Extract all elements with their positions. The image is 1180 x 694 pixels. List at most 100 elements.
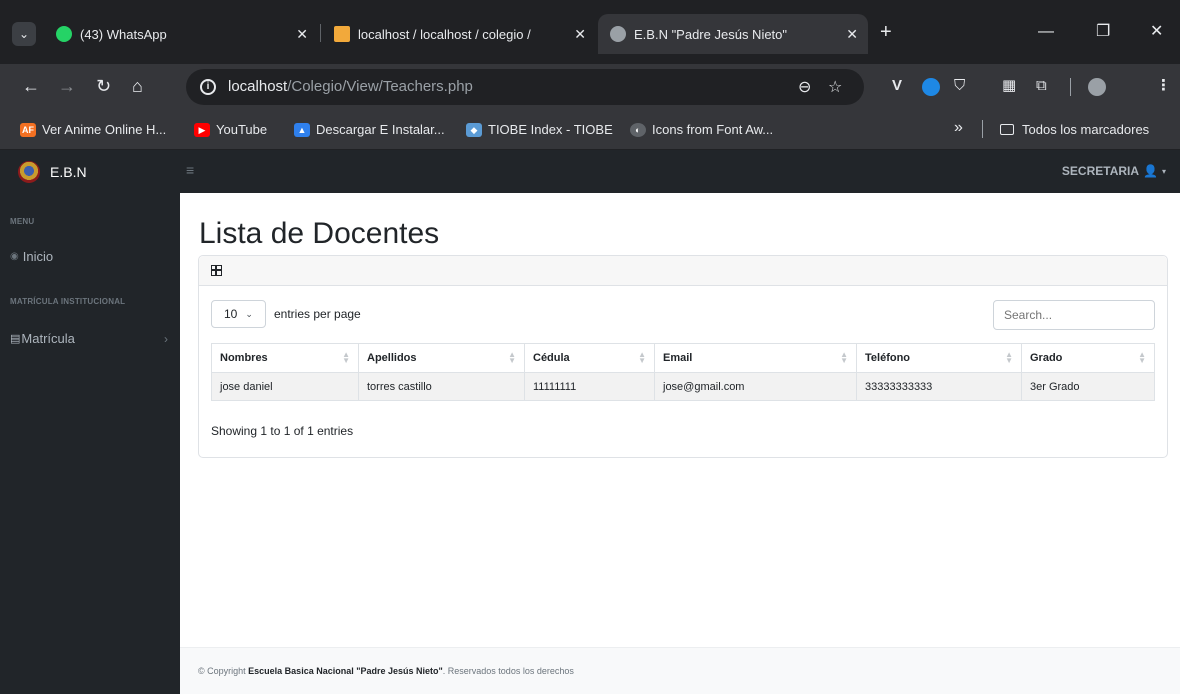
dashboard-icon: ◉ (10, 251, 19, 262)
table-cell: 11111111 (524, 372, 655, 401)
footer-suffix: . Reservados todos los derechos (442, 666, 574, 676)
tab-whatsapp[interactable]: (43) WhatsApp ✕ (56, 14, 310, 54)
column-header-telefono[interactable]: Teléfono ▲ ▼ (856, 343, 1022, 373)
school-logo (18, 160, 40, 183)
table-cell: jose@gmail.com (654, 372, 857, 401)
animeflv-icon: AF (20, 122, 36, 137)
entries-label: entries per page (274, 307, 361, 321)
brand-link[interactable]: E.B.N (0, 150, 180, 193)
entries-per-page: 10 ⌄ entries per page (211, 300, 361, 328)
sort-icon: ▲ ▼ (342, 350, 350, 365)
main-content: Lista de Docentes 10 ⌄ entries per page … (180, 193, 1180, 694)
column-header-nombres[interactable]: Nombres ▲ ▼ (211, 343, 359, 373)
shield-extension-icon[interactable]: ⛉ (954, 76, 965, 96)
bookmark-tiobe[interactable]: ◆ TIOBE Index - TIOBE (466, 122, 613, 137)
table-cell: jose daniel (211, 372, 359, 401)
table-info: Showing 1 to 1 of 1 entries (211, 424, 354, 438)
back-button[interactable]: ← (22, 76, 40, 96)
sidebar-item-matricula[interactable]: ▤ Matrícula › (10, 331, 170, 346)
extensions-puzzle-icon[interactable]: ⧉ (1036, 76, 1047, 96)
tab-phpmyadmin[interactable]: localhost / localhost / colegio / ✕ (334, 14, 588, 54)
all-bookmarks-folder[interactable]: Todos los marcadores (1000, 122, 1149, 137)
bookmarks-divider (982, 120, 983, 138)
sidebar-item-inicio[interactable]: ◉ Inicio (10, 249, 170, 264)
table-header-row: Nombres ▲ ▼ Apellidos ▲ ▼ Cédula ▲ ▼ Email ▲ ▼ T… (211, 343, 1155, 373)
tab-title: E.B.N "Padre Jesús Nieto" (634, 26, 788, 42)
minimize-icon[interactable]: — (1038, 22, 1054, 42)
more-bookmarks-button[interactable]: » (954, 119, 963, 137)
footer-school-name: Escuela Basica Nacional "Padre Jesús Nie… (248, 666, 443, 676)
footer-prefix: © Copyright (198, 666, 249, 676)
table-row: jose daniel torres castillo 11111111 jos… (211, 372, 1155, 401)
table-cell: 33333333333 (856, 372, 1022, 401)
bookmark-youtube[interactable]: ▶ YouTube (194, 122, 267, 137)
tab-search-button[interactable]: ⌄ (12, 22, 36, 46)
brand-text: E.B.N (50, 163, 87, 180)
user-dropdown[interactable]: SECRETARIA 👤 ▾ (1062, 164, 1166, 178)
folder-icon (1000, 124, 1014, 135)
toolbar-divider (1070, 78, 1071, 96)
teachers-table: Nombres ▲ ▼ Apellidos ▲ ▼ Cédula ▲ ▼ Email ▲ ▼ T… (211, 343, 1155, 401)
sort-icon: ▲ ▼ (840, 350, 848, 365)
home-button[interactable]: ⌂ (132, 76, 143, 96)
close-window-icon[interactable]: ✕ (1150, 22, 1163, 42)
vivaldi-extension-icon[interactable]: V (892, 76, 902, 96)
footer: © Copyright Escuela Basica Nacional "Pad… (180, 647, 1180, 694)
chevron-right-icon: › (164, 331, 168, 346)
user-role-label: SECRETARIA (1061, 164, 1140, 178)
new-tab-button[interactable]: + (880, 22, 892, 42)
globe-icon (610, 26, 626, 42)
sidebar-heading-matricula: MATRÍCULA INSTITUCIONAL (10, 297, 126, 306)
sort-icon: ▲ ▼ (1138, 350, 1146, 365)
column-header-email[interactable]: Email ▲ ▼ (654, 343, 857, 373)
table-cell: torres castillo (358, 372, 525, 401)
profile-avatar[interactable] (1088, 78, 1106, 96)
restore-icon[interactable]: ❐ (1096, 22, 1110, 42)
table-search-input[interactable] (993, 300, 1155, 330)
reload-button[interactable]: ↻ (96, 76, 111, 96)
sort-icon: ▲ ▼ (508, 350, 516, 365)
sort-icon: ▲ ▼ (1005, 350, 1013, 365)
tab-divider (320, 24, 321, 42)
column-header-grado[interactable]: Grado ▲ ▼ (1021, 343, 1155, 373)
browser-menu-icon[interactable]: ⋮ (1156, 76, 1171, 96)
bookmark-descargar[interactable]: ▲ Descargar E Instalar... (294, 122, 445, 137)
tab-ebn-active[interactable]: E.B.N "Padre Jesús Nieto" ✕ (598, 14, 868, 54)
sidebar: MENU ◉ Inicio MATRÍCULA INSTITUCIONAL ▤ … (0, 193, 180, 694)
teachers-card: 10 ⌄ entries per page Nombres▲▼ Apellido… (198, 255, 1168, 458)
globe-icon: ◐ (630, 122, 646, 137)
table-cell: 3er Grado (1021, 372, 1155, 401)
bookmarks-bar: AF Ver Anime Online H... ▶ YouTube ▲ Des… (0, 110, 1180, 150)
close-icon[interactable]: ✕ (846, 26, 858, 43)
page-size-select[interactable]: 10 ⌄ (211, 300, 266, 328)
shazam-extension-icon[interactable] (922, 78, 940, 96)
qr-code-icon[interactable]: ▦ (1002, 76, 1016, 96)
tiobe-icon: ◆ (466, 122, 482, 137)
bookmark-animeflv[interactable]: AF Ver Anime Online H... (20, 122, 166, 137)
address-bar[interactable]: i localhost/Colegio/View/Teachers.php ⊖ … (186, 69, 864, 105)
card-header (199, 256, 1167, 286)
column-header-apellidos[interactable]: Apellidos ▲ ▼ (358, 343, 525, 373)
sidebar-heading-menu: MENU (10, 217, 35, 226)
bookmark-fontawesome[interactable]: ◐ Icons from Font Aw... (630, 122, 773, 137)
forward-button[interactable]: → (58, 76, 76, 96)
tab-title: (43) WhatsApp (80, 26, 167, 42)
tab-title: localhost / localhost / colegio / (358, 26, 531, 42)
app-navbar: E.B.N ≡ SECRETARIA 👤 ▾ (0, 150, 1180, 193)
sidebar-toggle-icon[interactable]: ≡ (186, 162, 194, 178)
sort-icon: ▲ ▼ (638, 350, 646, 365)
bookmark-star-icon[interactable]: ☆ (828, 77, 842, 97)
table-icon (211, 265, 222, 276)
url-text[interactable]: localhost/Colegio/View/Teachers.php (228, 78, 473, 95)
clipboard-icon: ▤ (10, 333, 21, 345)
close-icon[interactable]: ✕ (296, 26, 308, 43)
page-title: Lista de Docentes (199, 217, 440, 250)
download-icon: ▲ (294, 122, 310, 137)
chevron-down-icon: ⌄ (245, 308, 253, 319)
site-info-icon[interactable]: i (200, 79, 216, 95)
zoom-icon[interactable]: ⊖ (798, 77, 811, 97)
youtube-icon: ▶ (194, 122, 210, 137)
column-header-cedula[interactable]: Cédula ▲ ▼ (524, 343, 655, 373)
close-icon[interactable]: ✕ (570, 25, 586, 43)
whatsapp-icon (56, 26, 72, 42)
